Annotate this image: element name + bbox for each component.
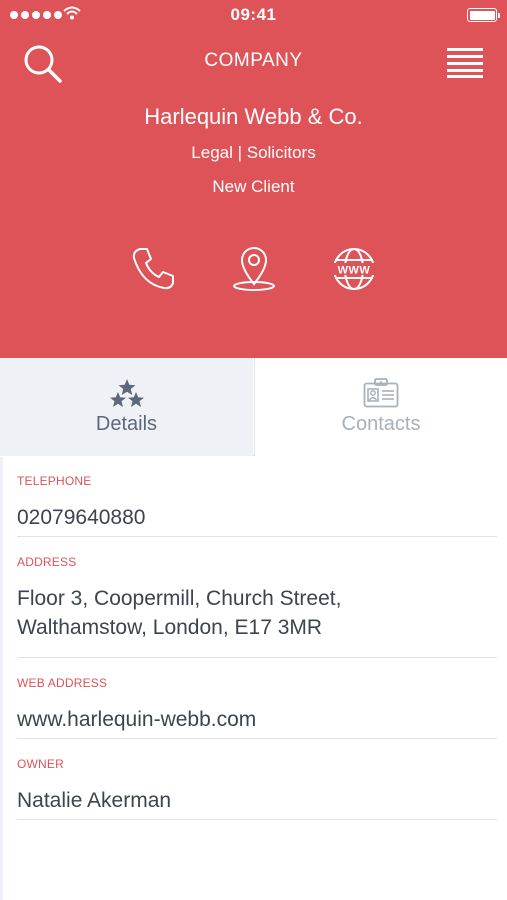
address-value[interactable]: Floor 3, Coopermill, Church Street, Walt… [17, 584, 417, 642]
owner-value[interactable]: Natalie Akerman [17, 786, 171, 815]
menu-icon [447, 48, 483, 78]
svg-text:WWW: WWW [338, 265, 371, 277]
company-name: Harlequin Webb & Co. [144, 104, 363, 129]
call-button[interactable] [128, 244, 178, 294]
status-time: 09:41 [230, 5, 277, 24]
details-panel: TELEPHONE 02079640880 ADDRESS Floor 3, C… [0, 457, 507, 900]
tab-details-label: Details [95, 413, 158, 435]
owner-field: OWNER Natalie Akerman [17, 757, 497, 820]
status-bar: 09:41 [0, 0, 507, 30]
stars-icon [109, 379, 144, 407]
quick-actions: WWW [0, 244, 507, 294]
tab-details[interactable]: Details [0, 358, 253, 456]
telephone-label: TELEPHONE [17, 474, 92, 488]
web-address-field: WEB ADDRESS www.harlequin-webb.com [17, 676, 497, 739]
page-title: COMPANY [204, 50, 303, 71]
owner-label: OWNER [17, 757, 64, 771]
website-button[interactable]: WWW [329, 244, 379, 294]
battery-icon [467, 8, 500, 22]
tab-contacts[interactable]: Contacts [254, 358, 507, 456]
globe-www-icon: WWW [332, 248, 376, 290]
phone-icon [132, 248, 174, 290]
tab-contacts-label: Contacts [341, 413, 421, 435]
map-button[interactable] [229, 244, 279, 294]
location-pin-icon [233, 247, 275, 291]
web-address-label: WEB ADDRESS [17, 676, 108, 690]
telephone-value[interactable]: 02079640880 [17, 503, 145, 532]
address-field: ADDRESS Floor 3, Coopermill, Church Stre… [17, 555, 497, 658]
company-status: New Client [212, 177, 295, 196]
tab-bar: Details Contacts [0, 358, 507, 456]
menu-button[interactable] [447, 46, 483, 78]
id-card-icon [363, 378, 399, 408]
company-sector: Legal | Solicitors [191, 143, 316, 162]
web-address-value[interactable]: www.harlequin-webb.com [17, 705, 256, 734]
address-label: ADDRESS [17, 555, 77, 569]
telephone-field: TELEPHONE 02079640880 [17, 474, 497, 537]
company-header: 09:41 COMPANY Harlequin Webb & Co. Legal… [0, 0, 507, 358]
